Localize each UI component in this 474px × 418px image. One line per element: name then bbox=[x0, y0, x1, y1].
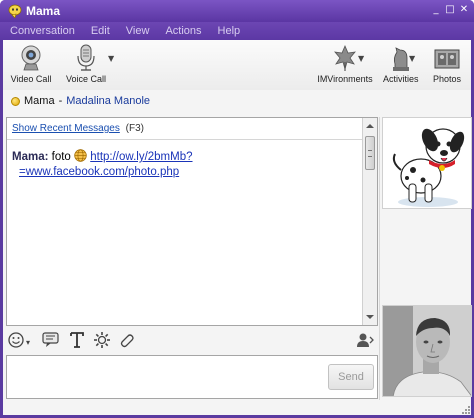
messenger-logo-icon bbox=[8, 4, 22, 18]
send-button[interactable]: Send bbox=[328, 364, 374, 390]
imvironments-button[interactable]: IMVironments bbox=[316, 44, 374, 84]
avatar-panel bbox=[379, 117, 472, 400]
message-link-part1[interactable]: http://ow.ly/2bmMb? bbox=[90, 151, 192, 163]
resize-grip-icon[interactable] bbox=[460, 404, 470, 414]
message-link-part2[interactable]: =www.facebook.com/photo.php bbox=[19, 166, 179, 178]
show-recent-messages-link[interactable]: Show Recent Messages bbox=[12, 123, 120, 134]
paperclip-icon[interactable] bbox=[117, 331, 135, 349]
message: Mama: foto http://ow.ly/2bmMb? =www.face… bbox=[12, 149, 360, 180]
audibles-icon[interactable] bbox=[41, 331, 61, 349]
menu-edit[interactable]: Edit bbox=[91, 22, 110, 40]
photos-label: Photos bbox=[432, 74, 462, 84]
imvironment-icon[interactable] bbox=[93, 331, 111, 349]
photos-icon bbox=[434, 49, 460, 69]
close-button[interactable]: ✕ bbox=[458, 4, 470, 16]
window-title: Mama bbox=[26, 4, 61, 18]
online-status-icon bbox=[11, 96, 20, 106]
microphone-icon bbox=[77, 44, 95, 71]
menu-conversation[interactable]: Conversation bbox=[10, 22, 75, 40]
globe-link-icon bbox=[74, 149, 87, 162]
maximize-button[interactable]: □ bbox=[444, 4, 456, 16]
scroll-down-arrow-icon[interactable] bbox=[366, 315, 374, 319]
conversation-scrollbar[interactable] bbox=[362, 118, 377, 325]
menu-view[interactable]: View bbox=[126, 22, 150, 40]
message-text: foto bbox=[51, 151, 71, 163]
contact-nickname: Mama bbox=[24, 95, 55, 107]
message-sender: Mama: bbox=[12, 151, 49, 163]
imvironment-leaf-icon bbox=[334, 44, 356, 71]
minimize-button[interactable]: _ bbox=[430, 4, 442, 16]
video-call-button[interactable]: Video Call bbox=[10, 44, 52, 84]
activities-dropdown-icon[interactable]: ▼ bbox=[409, 54, 415, 63]
menu-help[interactable]: Help bbox=[218, 22, 241, 40]
webcam-icon bbox=[21, 45, 41, 71]
scroll-up-arrow-icon[interactable] bbox=[366, 124, 374, 128]
my-avatar[interactable] bbox=[382, 305, 472, 397]
contact-info-icon[interactable] bbox=[355, 331, 375, 349]
message-input-area[interactable]: Send bbox=[6, 355, 378, 399]
scroll-thumb[interactable] bbox=[365, 136, 375, 170]
voice-call-dropdown-icon[interactable]: ▼ bbox=[108, 54, 114, 63]
activities-label: Activities bbox=[383, 74, 419, 84]
name-separator: - bbox=[58, 95, 63, 107]
conversation-pane[interactable]: Show Recent Messages (F3) Mama: foto htt… bbox=[6, 117, 378, 326]
recent-messages-shortcut: (F3) bbox=[125, 123, 144, 134]
activities-button[interactable]: Activities bbox=[383, 44, 419, 84]
menu-actions[interactable]: Actions bbox=[165, 22, 201, 40]
user-photo-image bbox=[383, 306, 471, 396]
voice-call-button[interactable]: Voice Call bbox=[65, 44, 107, 84]
contact-full-name[interactable]: Madalina Manole bbox=[66, 95, 150, 107]
emoticon-icon[interactable] bbox=[8, 331, 26, 349]
text-format-icon[interactable] bbox=[69, 331, 85, 349]
toolbar: Video Call Voice Call ▼ IMVironments ▼ A… bbox=[3, 40, 471, 90]
contact-status-line: Mama - Madalina Manole bbox=[3, 90, 471, 112]
format-toolbar: ▾ bbox=[3, 328, 381, 352]
client-area: Video Call Voice Call ▼ IMVironments ▼ A… bbox=[3, 40, 472, 415]
conversation-header: Show Recent Messages (F3) bbox=[7, 118, 363, 140]
contact-avatar[interactable] bbox=[382, 117, 472, 209]
voice-call-label: Voice Call bbox=[65, 74, 107, 84]
menu-bar: Conversation Edit View Actions Help bbox=[0, 22, 474, 40]
dalmatian-puppy-image bbox=[392, 128, 465, 207]
title-bar[interactable]: Mama _ □ ✕ bbox=[0, 0, 474, 22]
photos-button[interactable]: Photos bbox=[427, 44, 467, 84]
messenger-window: Mama _ □ ✕ Conversation Edit View Action… bbox=[0, 0, 474, 418]
emoticon-dropdown-icon[interactable]: ▾ bbox=[26, 338, 30, 347]
bottom-strip bbox=[3, 402, 471, 415]
imvironments-dropdown-icon[interactable]: ▼ bbox=[358, 54, 364, 63]
video-call-label: Video Call bbox=[10, 74, 52, 84]
imvironments-label: IMVironments bbox=[317, 74, 373, 84]
